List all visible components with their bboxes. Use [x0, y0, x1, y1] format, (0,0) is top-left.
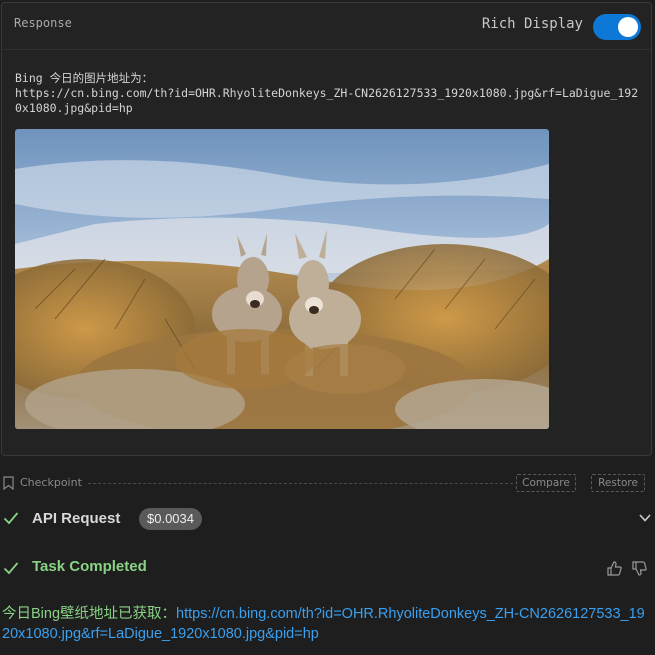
response-panel-header: Response Rich Display	[2, 3, 651, 50]
rich-display-label: Rich Display	[481, 16, 583, 32]
rich-display-toggle[interactable]	[593, 14, 641, 40]
response-image	[15, 129, 549, 429]
task-completed-row: Task Completed	[0, 555, 655, 583]
thumbs-up-icon[interactable]	[606, 560, 623, 577]
compare-button[interactable]: Compare	[516, 474, 576, 492]
checkpoint-label: Checkpoint	[20, 476, 82, 489]
checkpoint-row: Checkpoint Compare Restore	[0, 472, 655, 494]
task-completed-label: Task Completed	[32, 558, 147, 575]
chat-view: Response Rich Display Bing 今日的图片地址为： htt…	[0, 0, 655, 655]
restore-button[interactable]: Restore	[591, 474, 645, 492]
donkeys-photo-icon	[15, 129, 549, 429]
check-icon	[3, 512, 19, 525]
check-icon	[3, 562, 19, 575]
bookmark-icon	[3, 476, 14, 490]
thumbs-down-icon[interactable]	[631, 560, 648, 577]
response-title: Response	[14, 16, 72, 30]
api-request-row[interactable]: API Request $0.0034	[0, 505, 655, 533]
response-text: Bing 今日的图片地址为： https://cn.bing.com/th?id…	[15, 71, 639, 115]
toggle-knob	[618, 17, 638, 37]
cost-badge: $0.0034	[139, 508, 202, 530]
final-message-prefix: 今日Bing壁纸地址已获取：	[2, 606, 177, 622]
final-message: 今日Bing壁纸地址已获取：https://cn.bing.com/th?id=…	[2, 604, 652, 644]
api-request-label: API Request	[32, 510, 121, 527]
chevron-down-icon[interactable]	[638, 513, 652, 523]
response-panel: Response Rich Display Bing 今日的图片地址为： htt…	[1, 2, 652, 456]
checkpoint-divider	[88, 483, 513, 484]
